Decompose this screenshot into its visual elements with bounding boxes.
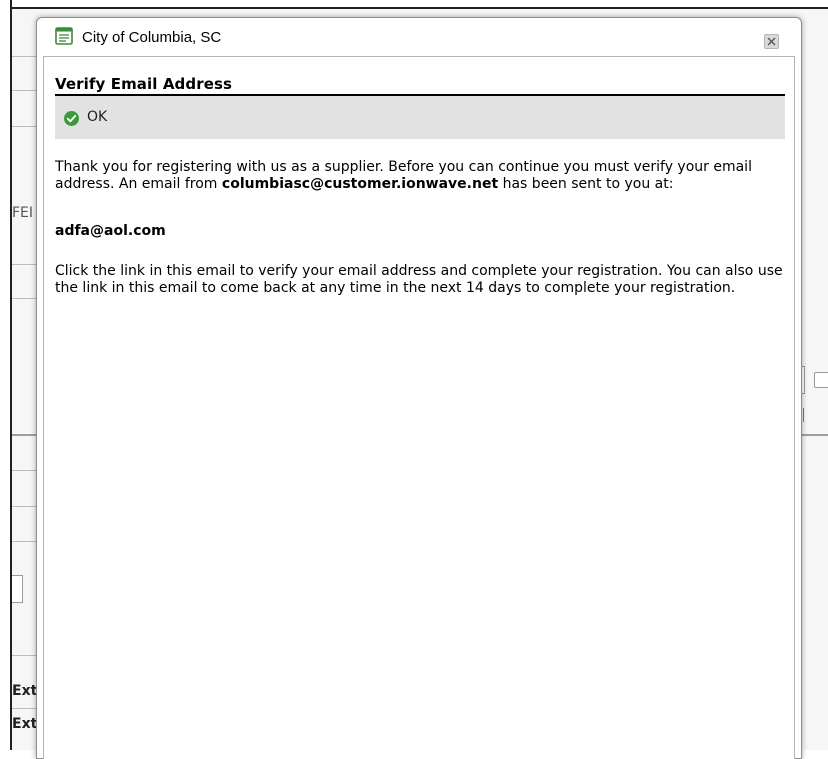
verification-message: Thank you for registering with us as a s… <box>55 159 795 193</box>
window-title: City of Columbia, SC <box>82 29 222 46</box>
background-left-edge <box>0 0 12 750</box>
message-intro-suffix: has been sent to you at: <box>498 176 674 192</box>
background-input-fragment <box>12 575 23 603</box>
verify-email-dialog: City of Columbia, SC Verify Email Addres… <box>36 17 802 759</box>
status-bar: OK <box>55 96 785 139</box>
section-title: Verify Email Address <box>55 75 233 93</box>
close-button[interactable] <box>764 34 779 49</box>
dialog-content: Verify Email Address OK Thank you for re… <box>43 56 795 759</box>
document-icon <box>55 27 73 45</box>
background-checkbox-fragment <box>814 372 828 388</box>
status-text: OK <box>87 109 108 125</box>
dialog-titlebar[interactable]: City of Columbia, SC <box>37 18 801 60</box>
check-circle-icon <box>64 111 79 126</box>
instructions-text: Click the link in this email to verify y… <box>55 263 783 296</box>
background-top-edge <box>0 0 828 9</box>
section-header: Verify Email Address <box>55 74 785 96</box>
close-icon <box>767 37 776 46</box>
sender-email: columbiasc@customer.ionwave.net <box>221 176 499 192</box>
background-label-fragment: FEI <box>12 205 34 221</box>
recipient-email: adfa@aol.com <box>55 223 166 239</box>
background-label-fragment: Ext <box>12 683 38 699</box>
background-label-fragment: Ext <box>12 716 38 732</box>
background-divider <box>798 434 828 436</box>
background-separator <box>803 408 804 422</box>
